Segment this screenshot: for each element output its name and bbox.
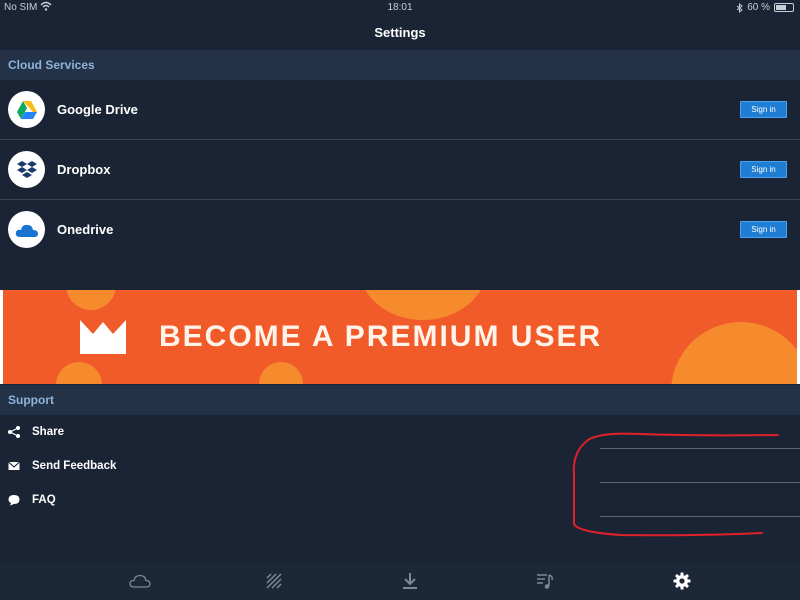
send-feedback-label: Send Feedback [32, 460, 117, 472]
support-item-faq[interactable]: FAQ [0, 483, 800, 517]
status-bar: No SIM 18:01 60 % [0, 0, 800, 16]
dropbox-sign-in-button[interactable]: Sign in [740, 161, 787, 178]
support-item-share[interactable]: Share [0, 415, 800, 449]
crown-icon [80, 320, 126, 354]
clock: 18:01 [387, 2, 413, 13]
cloud-service-onedrive: Onedrive Sign in [0, 200, 800, 260]
divider [600, 516, 800, 517]
page-title: Settings [374, 25, 426, 40]
tab-settings[interactable] [662, 562, 702, 600]
share-icon [8, 426, 20, 438]
tab-cloud[interactable] [120, 562, 160, 600]
battery-icon [774, 3, 794, 12]
cloud-service-google-drive: Google Drive Sign in [0, 80, 800, 140]
dropbox-icon [8, 151, 45, 188]
support-header: Support [0, 385, 800, 415]
gear-icon [673, 572, 691, 590]
onedrive-label: Onedrive [57, 222, 114, 237]
banner-decoration [56, 362, 102, 384]
dropbox-label: Dropbox [57, 162, 111, 177]
bluetooth-icon [736, 2, 744, 13]
tab-library[interactable] [254, 562, 294, 600]
banner-decoration [671, 322, 797, 384]
tab-playlists[interactable] [525, 562, 565, 600]
playlist-icon [537, 574, 553, 589]
download-icon [403, 573, 417, 589]
faq-label: FAQ [32, 494, 56, 506]
battery-percent: 60 % [747, 2, 770, 13]
cloud-icon [129, 574, 151, 588]
support-item-send-feedback[interactable]: Send Feedback [0, 449, 800, 483]
tab-downloads[interactable] [390, 562, 430, 600]
envelope-icon [8, 461, 20, 470]
premium-banner[interactable]: BECOME A PREMIUM USER [0, 290, 800, 384]
google-drive-label: Google Drive [57, 102, 138, 117]
premium-banner-text: BECOME A PREMIUM USER [159, 320, 603, 353]
speech-bubble-icon [8, 495, 20, 506]
stripes-icon [266, 573, 282, 589]
share-label: Share [32, 426, 64, 438]
cloud-services-header: Cloud Services [0, 50, 800, 80]
banner-decoration [66, 290, 116, 310]
onedrive-icon [8, 211, 45, 248]
google-drive-icon [8, 91, 45, 128]
cloud-service-dropbox: Dropbox Sign in [0, 140, 800, 200]
google-drive-sign-in-button[interactable]: Sign in [740, 101, 787, 118]
onedrive-sign-in-button[interactable]: Sign in [740, 221, 787, 238]
tab-bar [0, 562, 800, 600]
